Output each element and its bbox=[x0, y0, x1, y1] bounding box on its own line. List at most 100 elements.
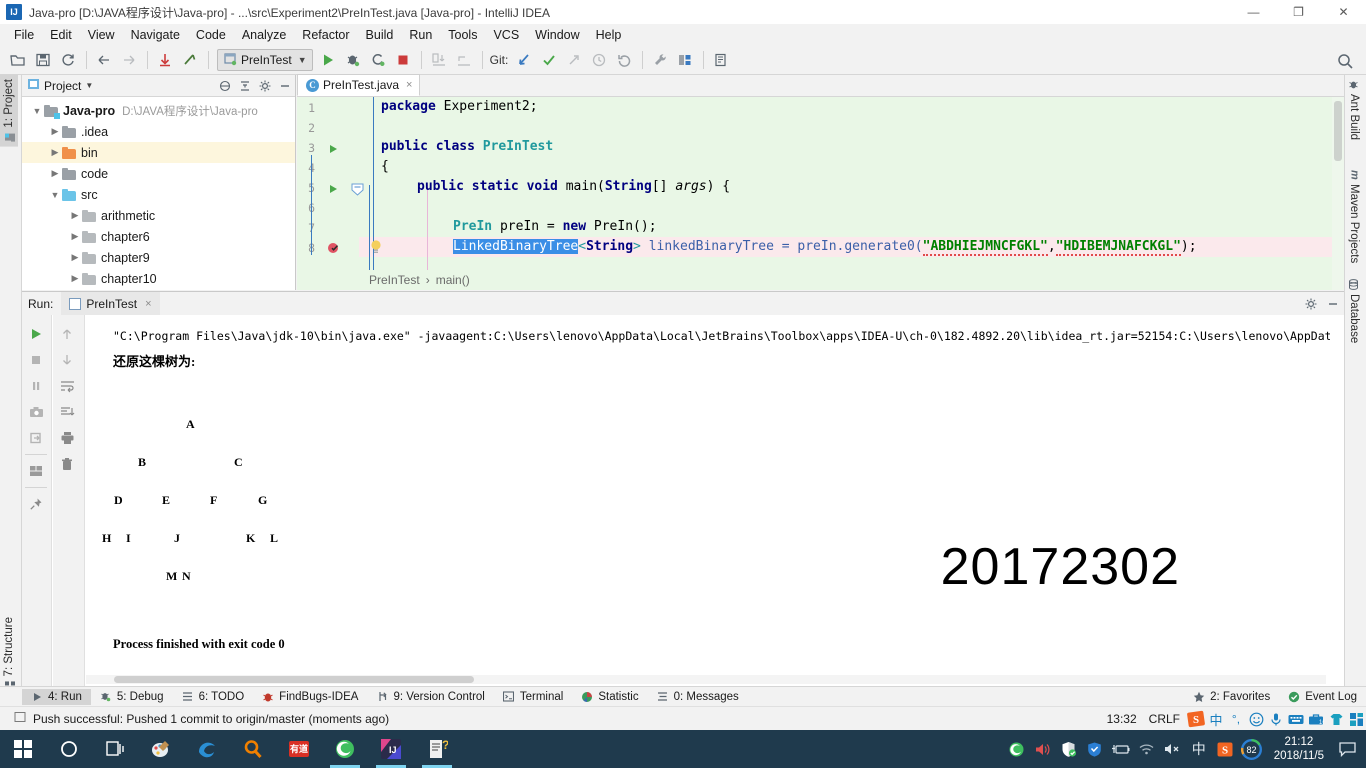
menu-refactor[interactable]: Refactor bbox=[294, 26, 357, 44]
menu-build[interactable]: Build bbox=[358, 26, 402, 44]
commit-changes-icon[interactable] bbox=[178, 48, 202, 72]
tree-item-code[interactable]: ▶ code bbox=[22, 163, 295, 184]
menu-analyze[interactable]: Analyze bbox=[234, 26, 294, 44]
down-arrow-icon[interactable] bbox=[53, 347, 81, 373]
chevron-right-icon[interactable]: ▶ bbox=[68, 272, 82, 286]
browser-guard-icon[interactable] bbox=[1082, 730, 1108, 768]
menu-vcs[interactable]: VCS bbox=[485, 26, 527, 44]
tool-button-messages[interactable]: 0: Messages bbox=[648, 689, 748, 705]
console-vertical-scrollbar[interactable] bbox=[1331, 315, 1344, 686]
volume-mute-icon[interactable] bbox=[1160, 730, 1186, 768]
tree-item-chapter10[interactable]: ▶ chapter10 bbox=[22, 268, 295, 289]
tool-button-favorites[interactable]: 2: Favorites bbox=[1184, 689, 1279, 705]
task-view-icon[interactable] bbox=[92, 730, 138, 768]
export-thread-icon[interactable] bbox=[22, 425, 50, 451]
tool-button-terminal[interactable]: Terminal bbox=[494, 689, 572, 705]
windows-start-icon[interactable] bbox=[0, 730, 46, 768]
sidebar-item-project[interactable]: 1: Project bbox=[0, 75, 18, 147]
tree-item-bin[interactable]: ▶ bin bbox=[22, 142, 295, 163]
chevron-down-icon[interactable]: ▼ bbox=[85, 81, 93, 90]
debug-icon[interactable] bbox=[341, 48, 365, 72]
pause-icon[interactable] bbox=[22, 373, 50, 399]
toolbox-icon[interactable]: 16 bbox=[1306, 709, 1326, 729]
stop-icon[interactable] bbox=[391, 48, 415, 72]
notification-icon[interactable] bbox=[1332, 730, 1362, 768]
tool-button-todo[interactable]: 6: TODO bbox=[173, 689, 254, 705]
tool-button-version-control[interactable]: 9: Version Control bbox=[367, 689, 493, 705]
stop-icon[interactable] bbox=[22, 347, 50, 373]
sogou-icon[interactable]: S bbox=[1186, 709, 1206, 729]
chevron-right-icon[interactable]: ▶ bbox=[48, 167, 62, 181]
hide-panel-icon[interactable] bbox=[1322, 293, 1344, 315]
close-icon[interactable]: × bbox=[403, 79, 412, 91]
scrollbar-thumb[interactable] bbox=[1334, 101, 1342, 161]
notes-help-icon[interactable]: ? bbox=[414, 730, 460, 768]
search-everywhere-icon[interactable] bbox=[1333, 49, 1357, 73]
wifi-icon[interactable] bbox=[1134, 730, 1160, 768]
sync-icon[interactable] bbox=[56, 48, 80, 72]
caret-position[interactable]: 13:32 bbox=[1101, 712, 1143, 726]
run-tab-preintest[interactable]: PreInTest × bbox=[61, 292, 160, 315]
chevron-right-icon[interactable]: ▶ bbox=[68, 209, 82, 223]
editor-gutter[interactable]: 1 2 3 4 5 6 7 8 bbox=[297, 97, 359, 290]
menu-code[interactable]: Code bbox=[188, 26, 234, 44]
save-all-icon[interactable] bbox=[31, 48, 55, 72]
menu-window[interactable]: Window bbox=[527, 26, 587, 44]
mic-icon[interactable] bbox=[1266, 709, 1286, 729]
open-folder-icon[interactable] bbox=[6, 48, 30, 72]
run-method-icon[interactable] bbox=[327, 143, 340, 156]
volume-up-icon[interactable] bbox=[1030, 730, 1056, 768]
keyboard-icon[interactable] bbox=[1286, 709, 1306, 729]
pin-icon[interactable] bbox=[22, 491, 50, 517]
settings-gear-icon[interactable] bbox=[255, 76, 275, 96]
run-with-coverage-icon[interactable] bbox=[366, 48, 390, 72]
menu-edit[interactable]: Edit bbox=[42, 26, 80, 44]
breadcrumb[interactable]: PreInTest › main() bbox=[359, 270, 470, 290]
chevron-down-icon[interactable]: ▼ bbox=[48, 188, 62, 202]
chevron-right-icon[interactable]: ▶ bbox=[48, 125, 62, 139]
cortana-search-icon[interactable] bbox=[46, 730, 92, 768]
console-horizontal-scrollbar[interactable] bbox=[86, 675, 1326, 684]
git-history-icon[interactable] bbox=[587, 48, 611, 72]
edge-browser-icon[interactable] bbox=[184, 730, 230, 768]
chevron-down-icon[interactable]: ▼ bbox=[298, 55, 307, 65]
settings-wrench-icon[interactable] bbox=[648, 48, 672, 72]
tree-item-chapter9[interactable]: ▶ chapter9 bbox=[22, 247, 295, 268]
battery-icon[interactable] bbox=[1108, 730, 1134, 768]
battery-82-icon[interactable]: 82 bbox=[1238, 730, 1266, 768]
360-browser-icon[interactable] bbox=[322, 730, 368, 768]
tool-button-findbugs[interactable]: FindBugs-IDEA bbox=[253, 689, 367, 705]
close-button[interactable]: ✕ bbox=[1321, 0, 1366, 24]
taskbar-clock[interactable]: 21:12 2018/11/5 bbox=[1266, 735, 1332, 763]
breadcrumb-method[interactable]: main() bbox=[436, 273, 470, 287]
run-icon[interactable] bbox=[316, 48, 340, 72]
maximize-button[interactable]: ❐ bbox=[1276, 0, 1321, 24]
punctuation-icon[interactable]: °, bbox=[1226, 709, 1246, 729]
breadcrumb-class[interactable]: PreInTest bbox=[369, 273, 420, 287]
step-into-icon[interactable] bbox=[427, 48, 451, 72]
search-magnifier-icon[interactable] bbox=[230, 730, 276, 768]
navigate-forward-icon[interactable] bbox=[117, 48, 141, 72]
tree-item-src[interactable]: ▼ src bbox=[22, 184, 295, 205]
tool-button-statistic[interactable]: Statistic bbox=[572, 689, 647, 705]
youdao-dict-icon[interactable]: 有道 bbox=[276, 730, 322, 768]
apps-grid-icon[interactable] bbox=[1346, 709, 1366, 729]
menu-view[interactable]: View bbox=[80, 26, 123, 44]
menu-help[interactable]: Help bbox=[588, 26, 630, 44]
project-structure-icon[interactable] bbox=[673, 48, 697, 72]
chinese-ime-icon[interactable]: 中 bbox=[1206, 709, 1226, 729]
sdk-manager-icon[interactable] bbox=[709, 48, 733, 72]
breakpoint-icon[interactable] bbox=[327, 241, 340, 254]
rerun-icon[interactable] bbox=[22, 321, 50, 347]
sidebar-item-ant-build[interactable]: Ant Build bbox=[1345, 75, 1363, 144]
chevron-down-icon[interactable]: ▼ bbox=[30, 104, 44, 118]
code-editor[interactable]: 1 2 3 4 5 6 7 8 bbox=[297, 97, 1344, 290]
tool-button-run[interactable]: 4: Run bbox=[22, 688, 91, 705]
editor-scrollbar[interactable]: ✓ bbox=[1332, 97, 1344, 290]
hide-panel-icon[interactable] bbox=[275, 76, 295, 96]
security-shield-icon[interactable] bbox=[1056, 730, 1082, 768]
scroll-to-end-icon[interactable] bbox=[53, 399, 81, 425]
soft-wrap-icon[interactable] bbox=[53, 373, 81, 399]
collapse-all-icon[interactable] bbox=[215, 76, 235, 96]
git-update-icon[interactable] bbox=[512, 48, 536, 72]
